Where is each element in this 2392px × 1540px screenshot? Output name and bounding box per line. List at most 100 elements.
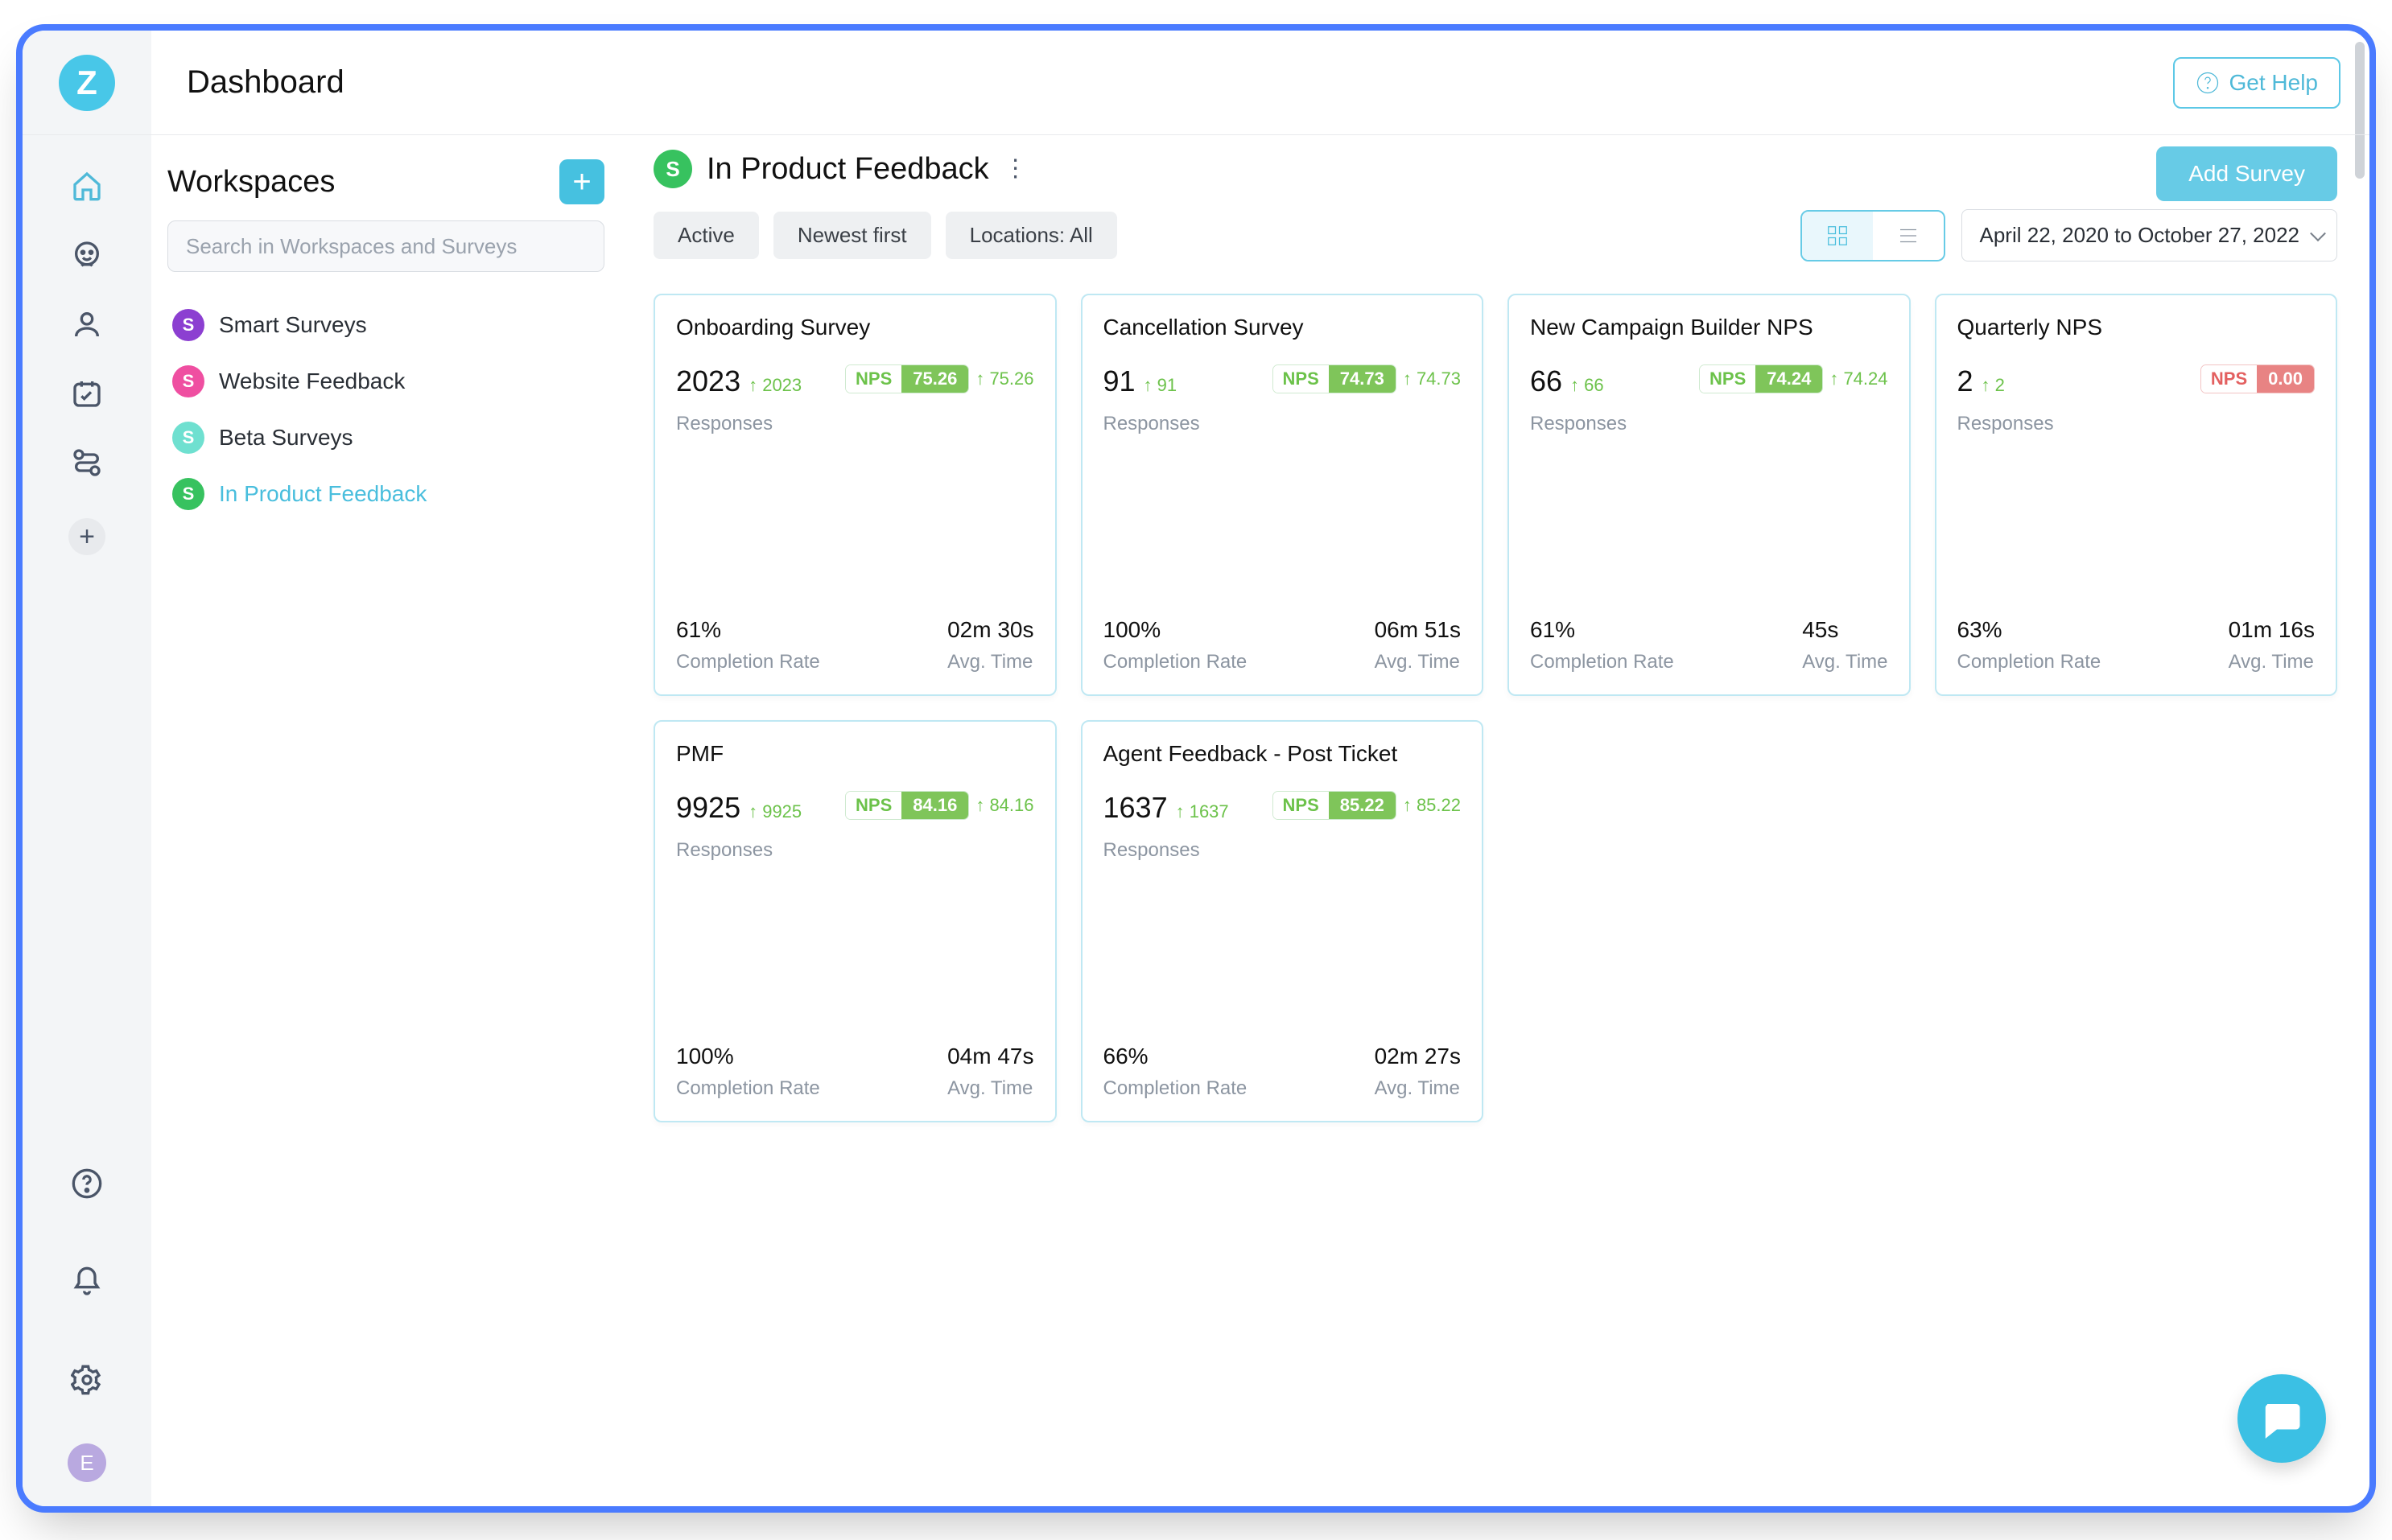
completion-label: Completion Rate <box>676 1077 820 1100</box>
sidebar-item-beta-surveys[interactable]: S Beta Surveys <box>167 414 604 462</box>
search-input[interactable] <box>167 220 604 272</box>
nav-feedback-icon[interactable] <box>67 235 107 275</box>
completion-value: 100% <box>676 1044 820 1069</box>
nps-label: NPS <box>2201 365 2257 393</box>
card-title: Cancellation Survey <box>1103 315 1462 340</box>
header-bar: Z Dashboard Get Help <box>23 31 2369 135</box>
completion-value: 63% <box>1957 617 2101 643</box>
workspace-dot: S <box>172 365 204 397</box>
responses-label: Responses <box>1957 413 2054 435</box>
responses-delta: ↑ 91 <box>1144 375 1177 396</box>
card-title: Quarterly NPS <box>1957 315 2316 340</box>
nav-calendar-icon[interactable] <box>67 373 107 414</box>
nps-label: NPS <box>1700 365 1755 393</box>
list-view-button[interactable] <box>1873 212 1944 260</box>
responses-delta: ↑ 66 <box>1570 375 1604 396</box>
workspace-dot: S <box>172 309 204 341</box>
survey-card[interactable]: Onboarding Survey2023↑ 2023ResponsesNPS7… <box>654 294 1057 696</box>
nav-workflows-icon[interactable] <box>67 443 107 483</box>
responses-delta: ↑ 2023 <box>749 375 802 396</box>
help-icon <box>2196 71 2220 95</box>
get-help-label: Get Help <box>2229 70 2319 96</box>
survey-card[interactable]: Quarterly NPS2↑ 2ResponsesNPS0.0063%Comp… <box>1935 294 2338 696</box>
filter-status[interactable]: Active <box>654 212 759 259</box>
completion-value: 66% <box>1103 1044 1248 1069</box>
sidebar-item-label: Beta Surveys <box>219 425 353 451</box>
responses-delta: ↑ 1637 <box>1176 801 1229 822</box>
user-avatar[interactable]: E <box>68 1443 106 1482</box>
nav-help-icon[interactable] <box>67 1163 107 1204</box>
view-toggle <box>1800 210 1945 261</box>
responses-label: Responses <box>676 413 802 435</box>
completion-value: 61% <box>676 617 820 643</box>
add-survey-button[interactable]: Add Survey <box>2156 146 2337 201</box>
responses-value: 2 <box>1957 364 1973 398</box>
workspace-dot: S <box>172 422 204 454</box>
filter-locations[interactable]: Locations: All <box>946 212 1117 259</box>
nav-home-icon[interactable] <box>67 166 107 206</box>
chat-fab[interactable] <box>2237 1374 2326 1463</box>
nav-settings-icon[interactable] <box>67 1360 107 1400</box>
responses-value: 9925 <box>676 791 740 825</box>
avgtime-label: Avg. Time <box>947 1077 1033 1100</box>
sidebar-item-label: In Product Feedback <box>219 481 427 507</box>
avgtime-label: Avg. Time <box>1375 651 1461 673</box>
nav-contacts-icon[interactable] <box>67 304 107 344</box>
grid-view-button[interactable] <box>1802 212 1873 260</box>
list-icon <box>1896 224 1920 248</box>
responses-value: 91 <box>1103 364 1136 398</box>
nps-delta: ↑ 74.73 <box>1403 369 1461 389</box>
nps-label: NPS <box>846 792 901 819</box>
add-workspace-button[interactable]: + <box>559 159 604 204</box>
nps-value: 85.22 <box>1329 792 1396 819</box>
avgtime-value: 04m 47s <box>947 1044 1033 1069</box>
completion-label: Completion Rate <box>1103 651 1248 673</box>
avgtime-label: Avg. Time <box>947 651 1033 673</box>
responses-label: Responses <box>1530 413 1627 435</box>
get-help-button[interactable]: Get Help <box>2173 57 2341 109</box>
nav-notifications-icon[interactable] <box>67 1262 107 1302</box>
kebab-menu-icon[interactable]: ⋮ <box>1004 157 1028 181</box>
main-area: S In Product Feedback ⋮ Add Survey Activ… <box>626 135 2369 1506</box>
avgtime-label: Avg. Time <box>2229 651 2315 673</box>
responses-delta: ↑ 2 <box>1982 375 2005 396</box>
nav-rail: + E <box>23 135 151 1506</box>
nps-value: 84.16 <box>901 792 968 819</box>
chat-icon <box>2260 1397 2303 1440</box>
sidebar-item-label: Smart Surveys <box>219 312 367 338</box>
nps-delta: ↑ 74.24 <box>1829 369 1887 389</box>
page-title: Dashboard <box>187 64 344 101</box>
app-logo[interactable]: Z <box>59 55 115 111</box>
workspace-dot: S <box>172 478 204 510</box>
avgtime-value: 02m 30s <box>947 617 1033 643</box>
card-title: Agent Feedback - Post Ticket <box>1103 741 1462 767</box>
responses-label: Responses <box>1103 413 1200 435</box>
sidebar-item-smart-surveys[interactable]: S Smart Surveys <box>167 301 604 349</box>
nps-delta: ↑ 75.26 <box>975 369 1033 389</box>
survey-card[interactable]: Cancellation Survey 91 ↑ 91 Responses NPS74.… <box>1081 294 1484 696</box>
filter-sort[interactable]: Newest first <box>773 212 931 259</box>
completion-label: Completion Rate <box>1103 1077 1248 1100</box>
survey-card[interactable]: PMF9925↑ 9925ResponsesNPS84.16↑ 84.16100… <box>654 720 1057 1122</box>
survey-card[interactable]: New Campaign Builder NPS66↑ 66ResponsesN… <box>1507 294 1911 696</box>
card-title: PMF <box>676 741 1034 767</box>
nav-add-button[interactable]: + <box>68 518 105 555</box>
card-title: New Campaign Builder NPS <box>1530 315 1888 340</box>
nps-label: NPS <box>1273 792 1329 819</box>
responses-label: Responses <box>1103 839 1229 862</box>
nps-delta: ↑ 85.22 <box>1403 795 1461 816</box>
workspaces-title: Workspaces <box>167 165 335 200</box>
nps-value: 75.26 <box>901 365 968 393</box>
avgtime-value: 45s <box>1802 617 1887 643</box>
date-range-picker[interactable]: April 22, 2020 to October 27, 2022 <box>1961 209 2338 261</box>
avgtime-value: 06m 51s <box>1375 617 1461 643</box>
nps-label: NPS <box>1273 365 1329 393</box>
avgtime-value: 01m 16s <box>2229 617 2315 643</box>
sidebar-item-in-product-feedback[interactable]: S In Product Feedback <box>167 470 604 518</box>
sidebar-item-website-feedback[interactable]: SWebsite Feedback <box>167 357 604 406</box>
workspace-title: In Product Feedback <box>707 152 989 187</box>
filter-row: Active Newest first Locations: All April… <box>654 209 2337 261</box>
survey-card[interactable]: Agent Feedback - Post Ticket1637↑ 1637Re… <box>1081 720 1484 1122</box>
workspaces-sidebar: Workspaces + S Smart Surveys SWebsite Feed… <box>151 135 626 1506</box>
nps-value: 74.73 <box>1329 365 1396 393</box>
